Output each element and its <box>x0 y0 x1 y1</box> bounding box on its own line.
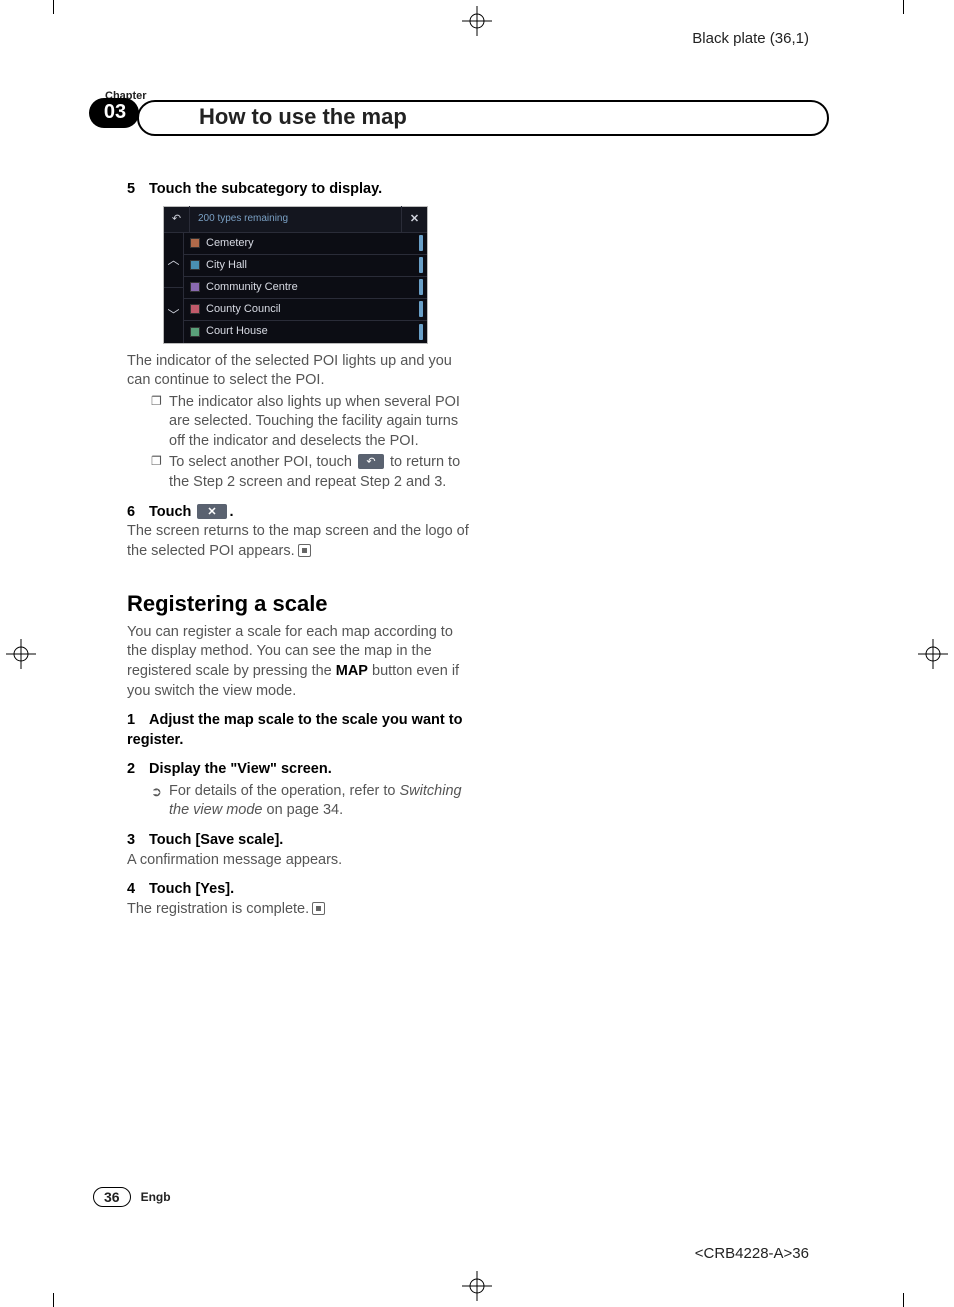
list-item: County Council <box>184 299 427 321</box>
poi-list: Cemetery City Hall Community Centre Coun… <box>184 233 427 343</box>
crop-mark <box>903 1293 904 1307</box>
content-column: 5Touch the subcategory to display. ↶ 200… <box>127 174 472 919</box>
step-title: Display the "View" screen. <box>149 761 332 777</box>
step-title-b: . <box>229 504 233 520</box>
step-5: 5Touch the subcategory to display. ↶ 200… <box>127 180 472 493</box>
crop-mark <box>53 0 54 14</box>
page-footer: 36 Engb <box>93 1187 171 1207</box>
indicator-bar <box>419 324 423 340</box>
crop-mark <box>53 1293 54 1307</box>
step-number: 2 <box>127 760 149 780</box>
list-item: City Hall <box>184 255 427 277</box>
language-code: Engb <box>141 1190 171 1204</box>
reg-step-3: 3Touch [Save scale]. A confirmation mess… <box>127 831 472 870</box>
ref-text-a: For details of the operation, refer to <box>169 783 400 799</box>
device-screenshot: ↶ 200 types remaining ✕ ︿ ﹀ Cemetery Cit… <box>163 206 428 344</box>
step-6: 6Touch ✕. The screen returns to the map … <box>127 503 472 562</box>
section-end-icon <box>312 902 325 915</box>
step-heading: 5Touch the subcategory to display. <box>127 180 472 200</box>
svg-text:✕: ✕ <box>208 506 217 518</box>
list-item: Community Centre <box>184 277 427 299</box>
chevron-up-icon: ︿ <box>164 233 184 288</box>
step-number: 1 <box>127 711 149 731</box>
page-number-badge: 36 <box>93 1187 131 1207</box>
step-number: 4 <box>127 880 149 900</box>
svg-text:↶: ↶ <box>366 456 375 468</box>
poi-icon <box>190 260 200 270</box>
bullet-text-a: To select another POI, touch <box>169 454 356 470</box>
step-title: Touch [Save scale]. <box>149 832 283 848</box>
list-label: City Hall <box>206 258 419 273</box>
back-button-icon: ↶ <box>358 454 384 469</box>
step-paragraph: The indicator of the selected POI lights… <box>127 352 472 391</box>
list-label: Community Centre <box>206 280 419 295</box>
chapter-number-badge: 03 <box>89 98 139 128</box>
poi-icon <box>190 304 200 314</box>
screenshot-header: ↶ 200 types remaining ✕ <box>164 207 427 233</box>
screenshot-body: ︿ ﹀ Cemetery City Hall Community Centre … <box>164 233 427 343</box>
step-number: 5 <box>127 180 149 200</box>
indicator-bar <box>419 235 423 251</box>
reg-step-1: 1Adjust the map scale to the scale you w… <box>127 711 472 750</box>
section-intro: You can register a scale for each map ac… <box>127 623 472 701</box>
page-frame: Chapter 03 How to use the map 5Touch the… <box>53 14 904 1293</box>
step-title: Touch [Yes]. <box>149 881 234 897</box>
step-paragraph: The registration is complete. <box>127 900 472 920</box>
screenshot-title: 200 types remaining <box>190 212 401 226</box>
bullet-item: To select another POI, touch ↶ to return… <box>151 453 472 492</box>
bullet-item: The indicator also lights up when severa… <box>151 393 472 452</box>
step-number: 3 <box>127 831 149 851</box>
poi-icon <box>190 327 200 337</box>
step-paragraph: The screen returns to the map screen and… <box>127 522 472 561</box>
registration-mark-icon <box>918 639 948 669</box>
poi-icon <box>190 282 200 292</box>
indicator-bar <box>419 301 423 317</box>
list-label: Court House <box>206 324 419 339</box>
chevron-down-icon: ﹀ <box>164 287 184 343</box>
paragraph-text: The registration is complete. <box>127 901 309 917</box>
ref-text-b: on page 34. <box>263 802 344 818</box>
reg-step-4: 4Touch [Yes]. The registration is comple… <box>127 880 472 919</box>
intro-bold: MAP <box>336 663 368 679</box>
section-end-icon <box>298 544 311 557</box>
close-button-icon: ✕ <box>197 504 227 519</box>
back-icon: ↶ <box>164 206 190 232</box>
chapter-title: How to use the map <box>137 100 829 136</box>
list-label: Cemetery <box>206 236 419 251</box>
crop-mark <box>903 0 904 14</box>
indicator-bar <box>419 279 423 295</box>
step-number: 6 <box>127 503 149 523</box>
step-heading: 4Touch [Yes]. <box>127 880 472 900</box>
list-item: Court House <box>184 321 427 343</box>
reference-item: For details of the operation, refer to S… <box>151 782 472 821</box>
step-title: Touch the subcategory to display. <box>149 181 382 197</box>
list-item: Cemetery <box>184 233 427 255</box>
step-paragraph: A confirmation message appears. <box>127 851 472 871</box>
registration-mark-icon <box>6 639 36 669</box>
list-label: County Council <box>206 302 419 317</box>
scroll-buttons: ︿ ﹀ <box>164 233 184 343</box>
step-heading: 3Touch [Save scale]. <box>127 831 472 851</box>
reg-step-2: 2Display the "View" screen. For details … <box>127 760 472 821</box>
step-heading: 6Touch ✕. <box>127 503 472 523</box>
step-heading: 2Display the "View" screen. <box>127 760 472 780</box>
close-icon: ✕ <box>401 206 427 232</box>
step-title-a: Touch <box>149 504 195 520</box>
poi-icon <box>190 238 200 248</box>
indicator-bar <box>419 257 423 273</box>
step-bullets: The indicator also lights up when severa… <box>151 393 472 493</box>
section-heading: Registering a scale <box>127 589 472 619</box>
step-heading: 1Adjust the map scale to the scale you w… <box>127 711 472 750</box>
step-title: Adjust the map scale to the scale you wa… <box>127 712 462 748</box>
